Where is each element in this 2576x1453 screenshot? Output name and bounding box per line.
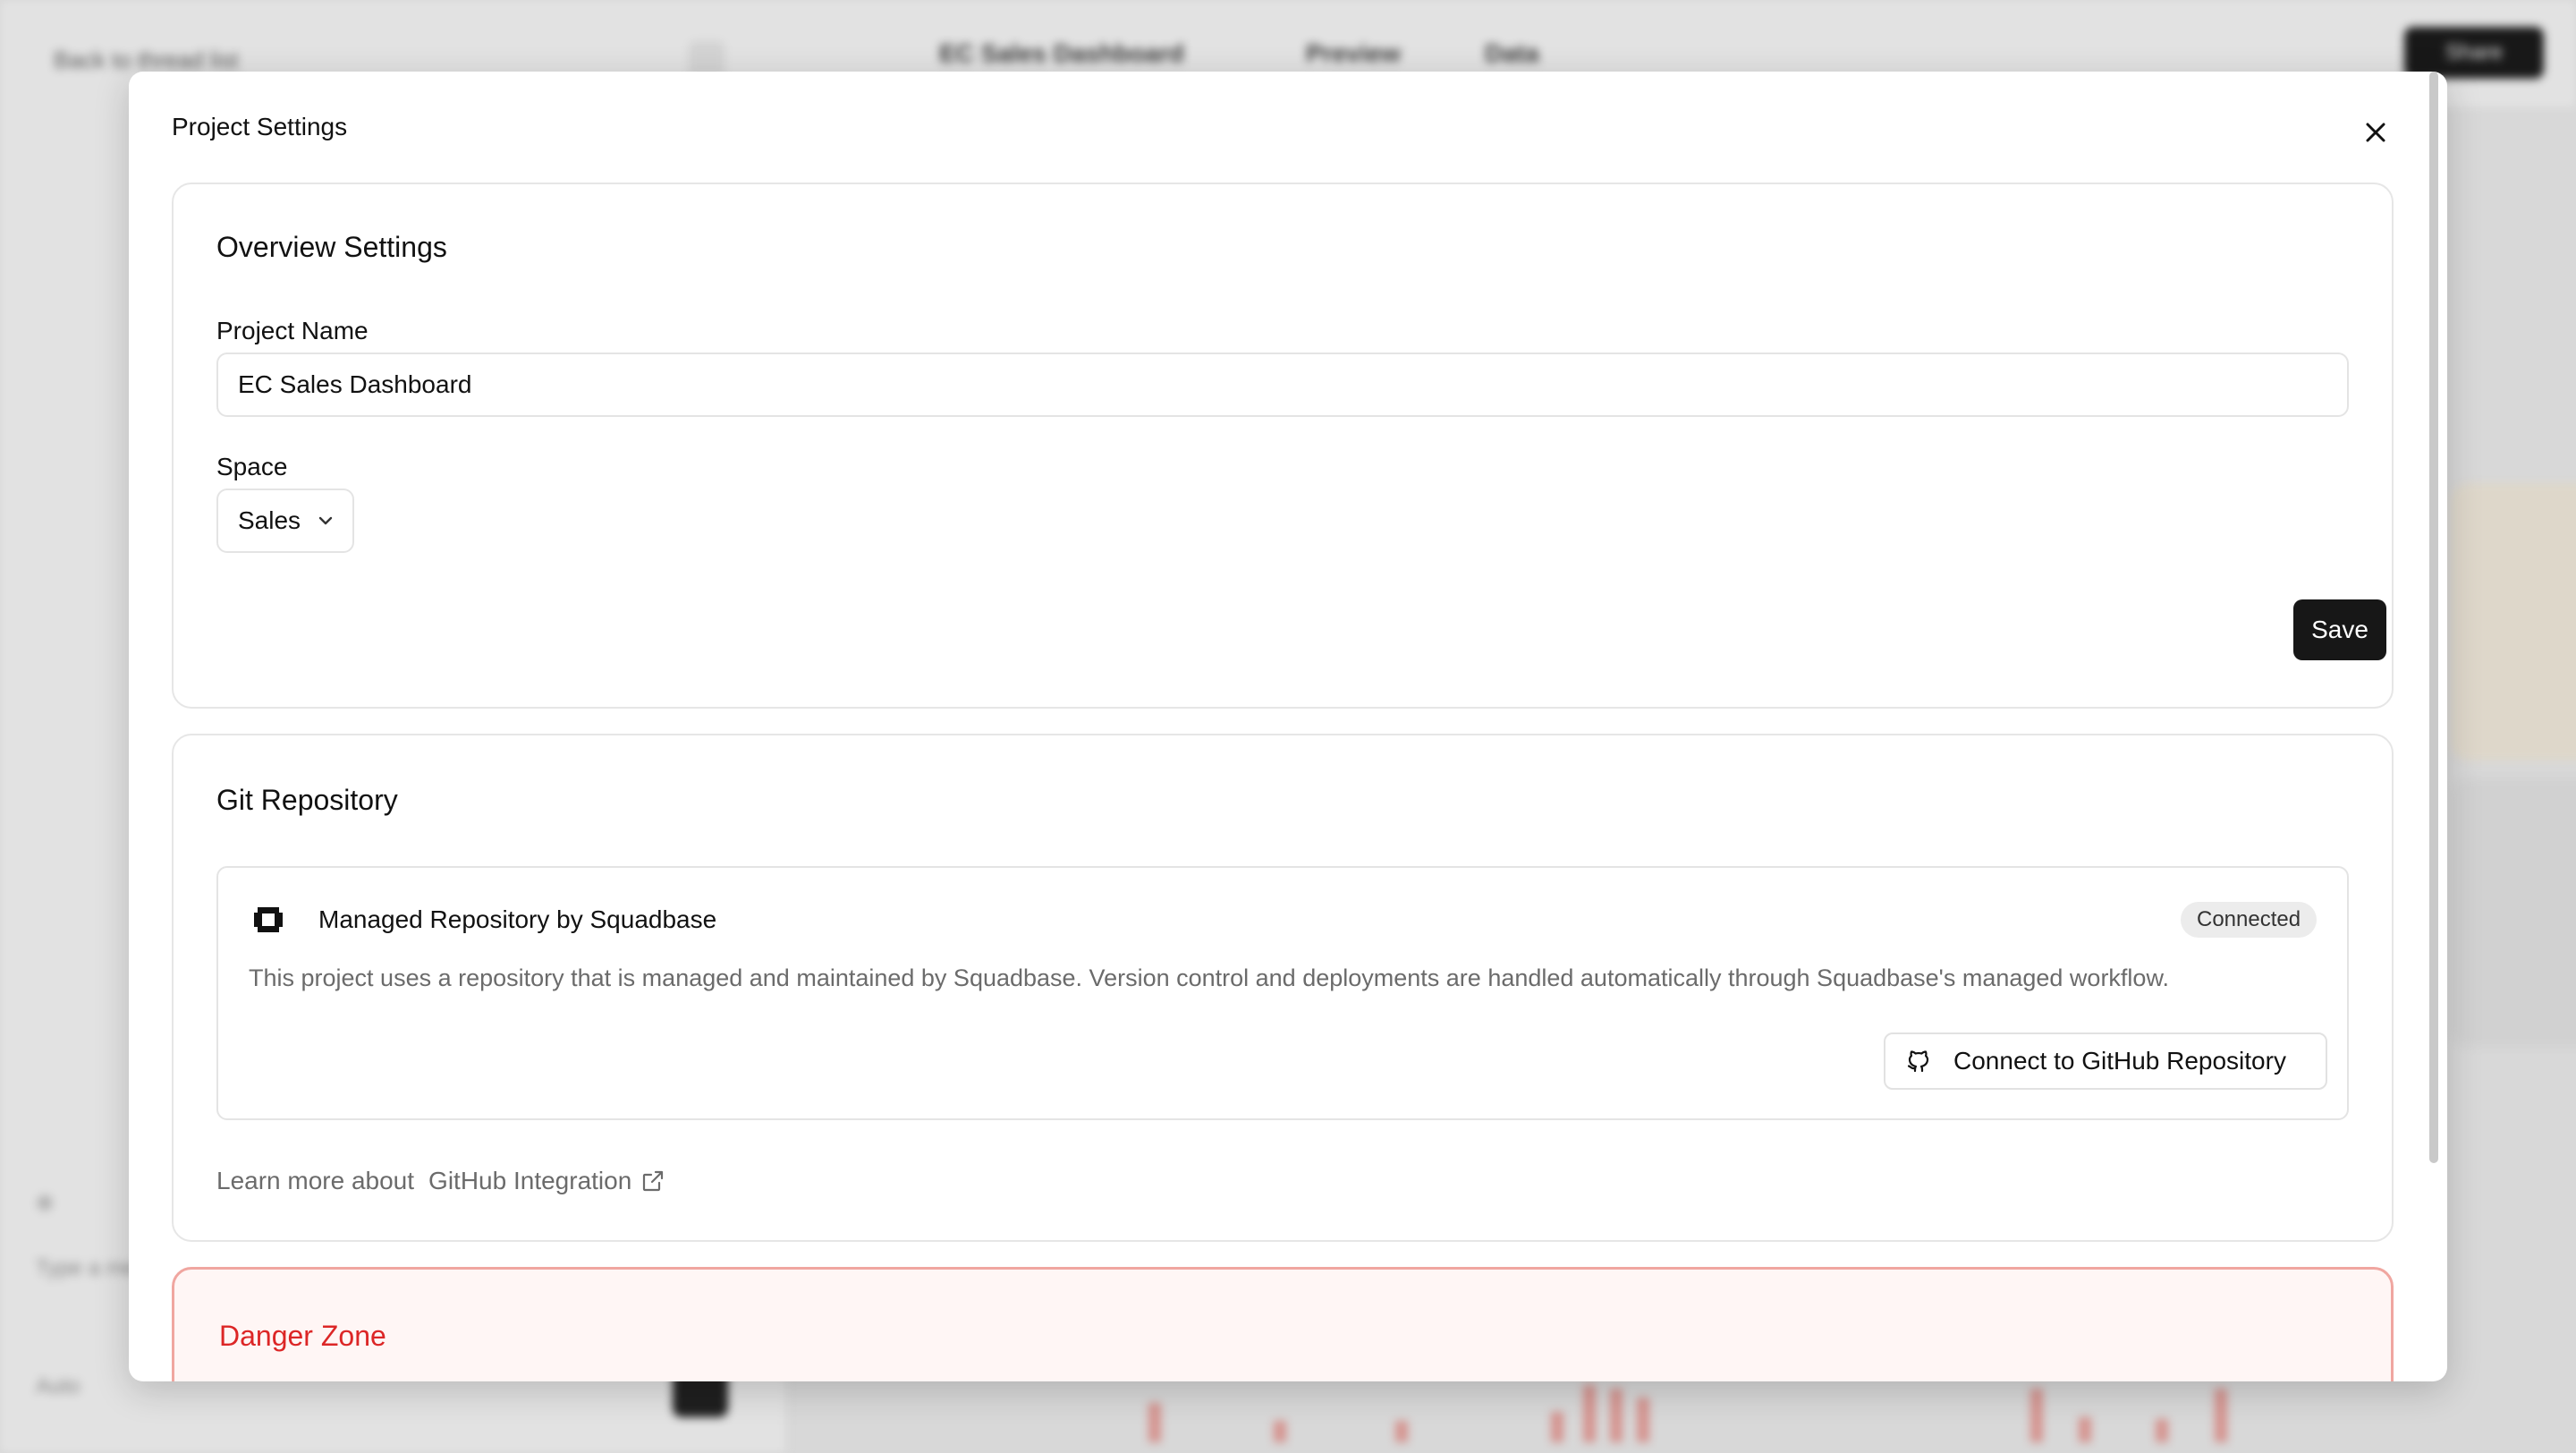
space-label: Space (216, 453, 288, 480)
github-icon (1907, 1050, 1929, 1073)
external-link-icon (643, 1170, 664, 1192)
status-badge: Connected (2181, 902, 2318, 938)
app-root: Back to thread list ⊕ Type a message Aut… (0, 0, 2576, 1453)
connect-github-label: Connect to GitHub Repository (1953, 1047, 2286, 1075)
modal-title: Project Settings (172, 113, 348, 140)
managed-repository-box: Managed Repository by Squadbase Connecte… (216, 866, 2349, 1120)
connect-github-button[interactable]: Connect to GitHub Repository (1884, 1032, 2327, 1090)
chevron-down-icon (318, 516, 333, 525)
squadbase-logo-icon (254, 907, 283, 932)
git-repository-card: Git Repository Managed Repository by Squ… (172, 734, 2394, 1242)
modal-scrollbar[interactable] (2429, 72, 2438, 1163)
learn-more-prefix: Learn more about (216, 1167, 415, 1194)
space-select[interactable]: Sales (216, 489, 354, 553)
project-settings-modal: Project Settings Overview Settings Proje… (129, 72, 2447, 1381)
learn-more-row: Learn more about GitHub Integration (216, 1167, 665, 1195)
git-repository-title: Git Repository (216, 784, 398, 816)
project-name-input[interactable] (216, 353, 2349, 417)
danger-zone-title: Danger Zone (219, 1320, 386, 1352)
repository-name: Managed Repository by Squadbase (318, 905, 717, 933)
space-select-value: Sales (238, 506, 301, 534)
github-integration-link-label: GitHub Integration (428, 1167, 632, 1194)
overview-settings-card: Overview Settings Project Name Space Sal… (172, 183, 2394, 709)
close-button[interactable] (2354, 111, 2397, 154)
github-integration-link[interactable]: GitHub Integration (428, 1167, 665, 1195)
project-name-label: Project Name (216, 317, 369, 344)
danger-zone-card: Danger Zone (172, 1267, 2394, 1381)
save-button[interactable]: Save (2293, 599, 2386, 660)
overview-settings-title: Overview Settings (216, 231, 447, 263)
close-icon (2366, 123, 2385, 142)
repository-description: This project uses a repository that is m… (249, 964, 2169, 991)
